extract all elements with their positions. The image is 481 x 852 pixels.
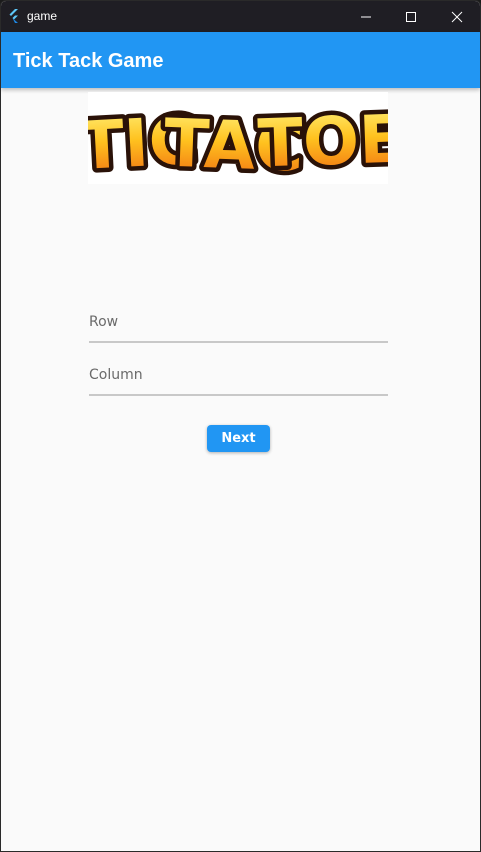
window-title: game [27, 9, 58, 23]
title-bar[interactable]: game [1, 1, 480, 32]
column-input[interactable] [89, 362, 388, 388]
maximize-button[interactable] [388, 1, 434, 32]
minimize-button[interactable] [343, 1, 389, 32]
flutter-logo-icon [9, 9, 18, 23]
app-bar: Tick Tack Game [1, 32, 480, 88]
column-field[interactable] [89, 354, 388, 396]
minimize-icon [361, 16, 371, 17]
row-field[interactable] [89, 301, 388, 343]
close-button[interactable] [434, 1, 480, 32]
close-icon [451, 11, 463, 22]
row-input[interactable] [89, 309, 388, 335]
app-bar-title: Tick Tack Game [13, 50, 164, 72]
tictactoe-logo: TIC TAC TOE [88, 92, 388, 184]
next-button[interactable]: Next [207, 425, 270, 452]
logo-part-toe: TOE [257, 100, 388, 182]
app-window: game Tick Tack Game TIC TAC TOE Row Colu… [0, 0, 481, 852]
maximize-icon [406, 11, 416, 22]
